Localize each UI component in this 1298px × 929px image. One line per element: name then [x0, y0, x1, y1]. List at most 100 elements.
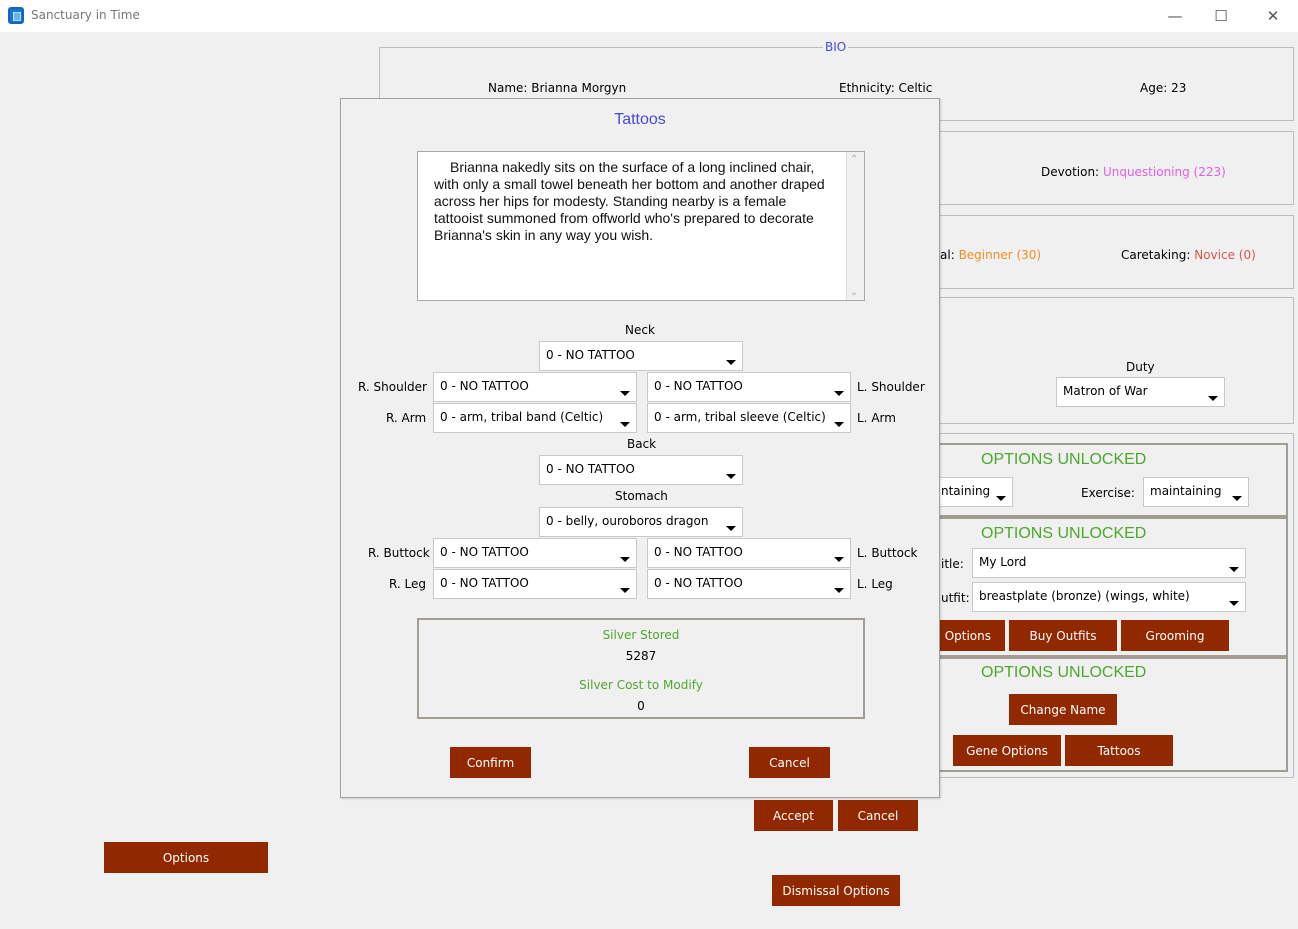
chevron-down-icon: [834, 422, 844, 427]
dismissal-options-button[interactable]: Dismissal Options: [772, 875, 900, 906]
minimize-button[interactable]: —: [1152, 0, 1198, 32]
chevron-down-icon: [996, 496, 1006, 501]
outfit-label: utfit:: [941, 591, 970, 605]
description-text: Brianna nakedly sits on the surface of a…: [434, 159, 825, 243]
r-shoulder-label: R. Shoulder: [358, 380, 427, 394]
r-shoulder-dropdown[interactable]: 0 - NO TATTOO: [433, 372, 637, 402]
silver-stored-value: 5287: [625, 649, 657, 663]
caretaking-value: Novice (0): [1194, 248, 1256, 262]
outfit-value: breastplate (bronze) (wings, white): [979, 589, 1190, 603]
r-buttock-label: R. Buttock: [368, 546, 430, 560]
description-textarea[interactable]: Brianna nakedly sits on the surface of a…: [417, 151, 865, 301]
chevron-down-icon: [1208, 396, 1218, 401]
r-shoulder-value: 0 - NO TATTOO: [440, 379, 529, 393]
tattoos-dialog: Tattoos Brianna nakedly sits on the surf…: [340, 98, 940, 798]
dialog-cancel-button[interactable]: Cancel: [749, 747, 830, 778]
chevron-down-icon: [1229, 601, 1239, 606]
chevron-down-icon: [1232, 496, 1242, 501]
r-leg-value: 0 - NO TATTOO: [440, 576, 529, 590]
l-arm-dropdown[interactable]: 0 - arm, tribal sleeve (Celtic): [647, 403, 851, 433]
bio-legend: BIO: [823, 40, 849, 54]
cancel-button[interactable]: Cancel: [838, 800, 918, 831]
devotion-value: Unquestioning (223): [1102, 165, 1226, 179]
r-buttock-value: 0 - NO TATTOO: [440, 545, 529, 559]
neck-value: 0 - NO TATTOO: [546, 348, 635, 362]
title-bar: Sanctuary in Time — ☐ ✕: [0, 0, 1298, 32]
buy-outfits-button[interactable]: Buy Outfits: [1009, 620, 1117, 651]
skill-caretaking: Caretaking: Novice (0): [1121, 248, 1256, 262]
exercise-dropdown[interactable]: maintaining: [1143, 477, 1249, 507]
minimize-icon: —: [1167, 7, 1183, 25]
l-shoulder-dropdown[interactable]: 0 - NO TATTOO: [647, 372, 851, 402]
back-label: Back: [627, 437, 657, 451]
devotion: Devotion: Unquestioning (223): [1041, 165, 1226, 179]
skill-partial: al: Beginner (30): [940, 248, 1041, 262]
options-unlocked-heading-1: OPTIONS UNLOCKED: [981, 451, 1147, 468]
chevron-down-icon: [834, 588, 844, 593]
chevron-down-icon: [726, 474, 736, 479]
back-dropdown[interactable]: 0 - NO TATTOO: [539, 455, 743, 485]
change-name-button[interactable]: Change Name: [1009, 694, 1117, 725]
exercise-label: Exercise:: [1081, 486, 1135, 500]
maximize-icon: ☐: [1214, 7, 1228, 25]
title-label: itle:: [941, 557, 964, 571]
back-value: 0 - NO TATTOO: [546, 462, 635, 476]
silver-box: Silver Stored 5287 Silver Cost to Modify…: [417, 618, 865, 719]
close-icon: ✕: [1266, 7, 1280, 25]
scroll-up-icon[interactable]: ⌃: [850, 154, 858, 165]
l-shoulder-value: 0 - NO TATTOO: [654, 379, 743, 393]
skill-partial-label: al:: [940, 248, 955, 262]
r-leg-label: R. Leg: [389, 577, 427, 591]
stomach-dropdown[interactable]: 0 - belly, ouroboros dragon: [539, 507, 743, 537]
chevron-down-icon: [620, 588, 630, 593]
close-button[interactable]: ✕: [1250, 0, 1296, 32]
stomach-value: 0 - belly, ouroboros dragon: [546, 514, 709, 528]
l-arm-value: 0 - arm, tribal sleeve (Celtic): [654, 410, 826, 424]
tattoos-button[interactable]: Tattoos: [1065, 735, 1173, 766]
confirm-button[interactable]: Confirm: [450, 747, 531, 778]
r-leg-dropdown[interactable]: 0 - NO TATTOO: [433, 569, 637, 599]
devotion-label: Devotion:: [1041, 165, 1100, 179]
bio-name: Name: Brianna Morgyn: [488, 81, 627, 95]
r-arm-label: R. Arm: [386, 411, 427, 425]
chevron-down-icon: [726, 526, 736, 531]
outfit-dropdown[interactable]: breastplate (bronze) (wings, white): [972, 582, 1246, 612]
app-icon: [8, 7, 24, 24]
chevron-down-icon: [726, 360, 736, 365]
stomach-label: Stomach: [615, 489, 668, 503]
duty-dropdown[interactable]: Matron of War: [1056, 377, 1225, 407]
silver-cost-label: Silver Cost to Modify: [579, 678, 703, 692]
chevron-down-icon: [1229, 567, 1239, 572]
r-buttock-dropdown[interactable]: 0 - NO TATTOO: [433, 538, 637, 568]
maximize-button[interactable]: ☐: [1198, 0, 1244, 32]
options-button[interactable]: Options: [104, 842, 268, 873]
l-leg-label: L. Leg: [857, 577, 893, 591]
title-dropdown[interactable]: My Lord: [972, 548, 1246, 578]
duty-label: Duty: [1126, 360, 1155, 374]
l-leg-value: 0 - NO TATTOO: [654, 576, 743, 590]
chevron-down-icon: [620, 557, 630, 562]
gene-options-button[interactable]: Gene Options: [953, 735, 1061, 766]
l-buttock-dropdown[interactable]: 0 - NO TATTOO: [647, 538, 851, 568]
l-leg-dropdown[interactable]: 0 - NO TATTOO: [647, 569, 851, 599]
title-value: My Lord: [979, 555, 1027, 569]
diet-value: ntaining: [941, 484, 991, 498]
caretaking-label: Caretaking:: [1121, 248, 1191, 262]
bio-age: Age: 23: [1140, 81, 1187, 95]
l-arm-label: L. Arm: [857, 411, 896, 425]
window-title: Sanctuary in Time: [31, 8, 140, 22]
r-arm-dropdown[interactable]: 0 - arm, tribal band (Celtic): [433, 403, 637, 433]
scroll-down-icon[interactable]: ⌄: [850, 287, 858, 298]
accept-button[interactable]: Accept: [754, 800, 833, 831]
description-scrollbar[interactable]: ⌃ ⌄: [846, 152, 864, 300]
l-buttock-label: L. Buttock: [857, 546, 918, 560]
options-unlocked-heading-2: OPTIONS UNLOCKED: [981, 525, 1147, 542]
dialog-title: Tattoos: [614, 111, 666, 128]
grooming-button[interactable]: Grooming: [1121, 620, 1229, 651]
exercise-value: maintaining: [1150, 484, 1222, 498]
neck-dropdown[interactable]: 0 - NO TATTOO: [539, 341, 743, 371]
options-unlocked-heading-3: OPTIONS UNLOCKED: [981, 664, 1147, 681]
bio-ethnicity: Ethnicity: Celtic: [839, 81, 933, 95]
skill-partial-value: Beginner (30): [958, 248, 1042, 262]
chevron-down-icon: [834, 391, 844, 396]
